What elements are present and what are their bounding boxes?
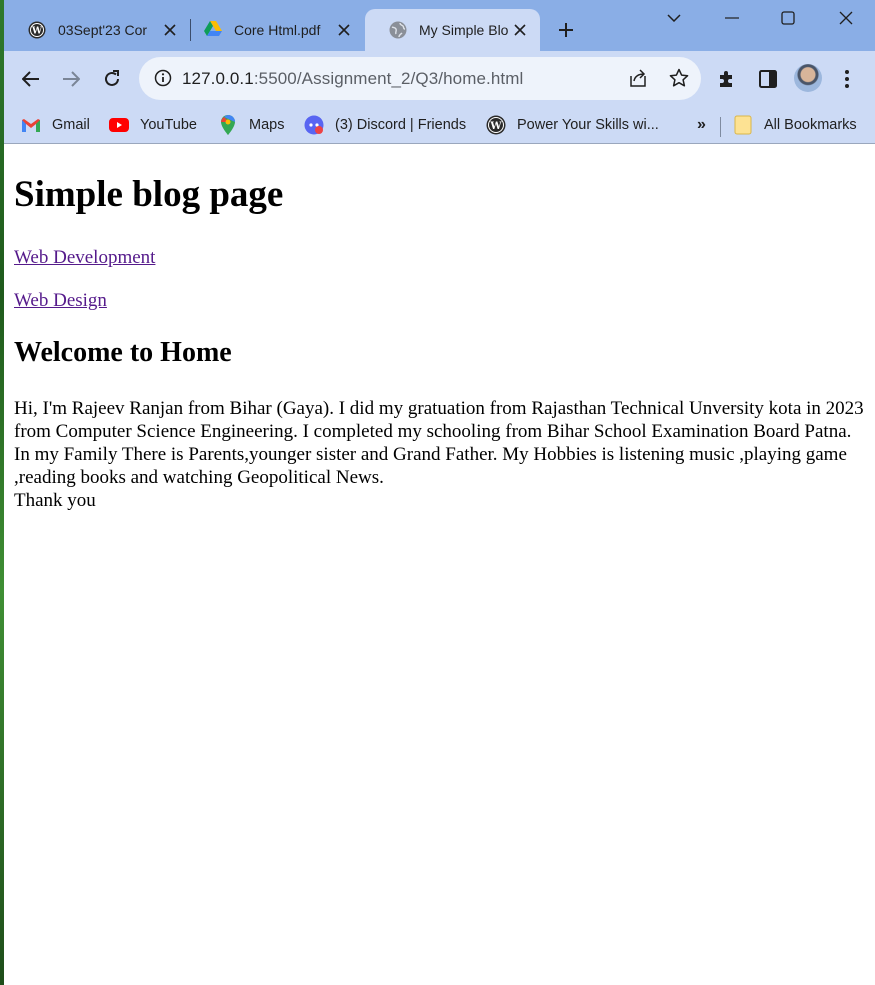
overflow-chevron-icon: » bbox=[697, 116, 706, 133]
bookmark-maps[interactable]: Maps bbox=[218, 113, 284, 137]
forward-button[interactable] bbox=[57, 65, 85, 93]
svg-text:W: W bbox=[489, 121, 502, 132]
bookmark-gmail[interactable]: Gmail bbox=[21, 113, 90, 137]
bio-paragraph: Hi, I'm Rajeev Ranjan from Bihar (Gaya).… bbox=[14, 397, 869, 512]
new-tab-button[interactable] bbox=[554, 18, 578, 42]
bookmark-label: YouTube bbox=[140, 117, 197, 133]
bio-text: Hi, I'm Rajeev Ranjan from Bihar (Gaya).… bbox=[14, 398, 864, 488]
url-host: 127.0.0.1 bbox=[182, 69, 254, 88]
bookmark-label: Maps bbox=[249, 117, 285, 133]
google-drive-icon bbox=[204, 21, 222, 39]
url-text: 127.0.0.1:5500/Assignment_2/Q3/home.html bbox=[182, 69, 523, 89]
tab-title: 03Sept'23 Cor bbox=[58, 22, 148, 38]
closing-text: Thank you bbox=[14, 490, 96, 511]
bookmark-discord[interactable]: (3) Discord | Friends bbox=[304, 113, 466, 137]
maximize-button[interactable] bbox=[774, 4, 802, 32]
tab-title: Core Html.pdf bbox=[234, 22, 321, 38]
profile-avatar[interactable] bbox=[794, 64, 822, 92]
tab-my-simple-blog[interactable]: My Simple Blo bbox=[365, 9, 540, 51]
wordpress-icon: W bbox=[486, 115, 506, 135]
folder-icon bbox=[733, 115, 753, 135]
discord-icon bbox=[304, 115, 324, 135]
share-icon[interactable] bbox=[628, 68, 648, 93]
tab-core-html[interactable]: Core Html.pdf bbox=[180, 9, 364, 51]
bookmark-label: Gmail bbox=[52, 117, 90, 133]
bookmark-star-icon[interactable] bbox=[669, 68, 689, 93]
link-web-design[interactable]: Web Design bbox=[14, 290, 107, 312]
minimize-button[interactable] bbox=[718, 4, 746, 32]
reload-button[interactable] bbox=[98, 65, 126, 93]
page-title: Simple blog page bbox=[14, 174, 284, 215]
all-bookmarks-button[interactable]: All Bookmarks bbox=[733, 113, 857, 137]
page-content: Simple blog page Web Development Web Des… bbox=[4, 145, 875, 985]
tab-strip: W 03Sept'23 Cor Core Html.pdf My Simple … bbox=[4, 0, 875, 51]
back-button[interactable] bbox=[17, 65, 45, 93]
bookmark-label: All Bookmarks bbox=[764, 117, 857, 133]
browser-window: W 03Sept'23 Cor Core Html.pdf My Simple … bbox=[4, 0, 875, 985]
tab-03sept[interactable]: W 03Sept'23 Cor bbox=[4, 9, 190, 51]
bookmark-power-your-skills[interactable]: W Power Your Skills wi... bbox=[486, 113, 659, 137]
link-web-development[interactable]: Web Development bbox=[14, 247, 155, 269]
gmail-icon bbox=[21, 115, 41, 135]
bookmark-label: (3) Discord | Friends bbox=[335, 117, 467, 133]
maps-icon bbox=[218, 115, 238, 135]
youtube-icon bbox=[109, 115, 129, 135]
bookmarks-overflow-button[interactable]: » bbox=[697, 113, 706, 137]
tab-title: My Simple Blo bbox=[419, 22, 508, 38]
tab-search-icon[interactable] bbox=[660, 4, 688, 32]
address-bar[interactable]: 127.0.0.1:5500/Assignment_2/Q3/home.html bbox=[139, 57, 701, 100]
bookmark-youtube[interactable]: YouTube bbox=[109, 113, 197, 137]
side-panel-icon[interactable] bbox=[754, 65, 782, 93]
menu-kebab-icon[interactable] bbox=[833, 65, 861, 93]
site-info-icon[interactable] bbox=[154, 69, 172, 92]
globe-icon bbox=[389, 21, 407, 39]
extensions-icon[interactable] bbox=[713, 65, 741, 93]
toolbar: 127.0.0.1:5500/Assignment_2/Q3/home.html bbox=[4, 51, 875, 106]
bookmarks-bar: Gmail YouTube Maps (3) Discord | Friends… bbox=[4, 106, 875, 144]
bookmark-label: Power Your Skills wi... bbox=[517, 117, 659, 133]
url-path: :5500/Assignment_2/Q3/home.html bbox=[253, 69, 524, 88]
close-tab-icon[interactable] bbox=[158, 18, 182, 42]
section-heading: Welcome to Home bbox=[14, 337, 232, 368]
svg-text:W: W bbox=[31, 27, 43, 37]
close-tab-icon[interactable] bbox=[332, 18, 356, 42]
wordpress-icon: W bbox=[28, 21, 46, 39]
bookmarks-divider bbox=[720, 117, 721, 137]
close-window-button[interactable] bbox=[832, 4, 860, 32]
close-tab-icon[interactable] bbox=[508, 18, 532, 42]
